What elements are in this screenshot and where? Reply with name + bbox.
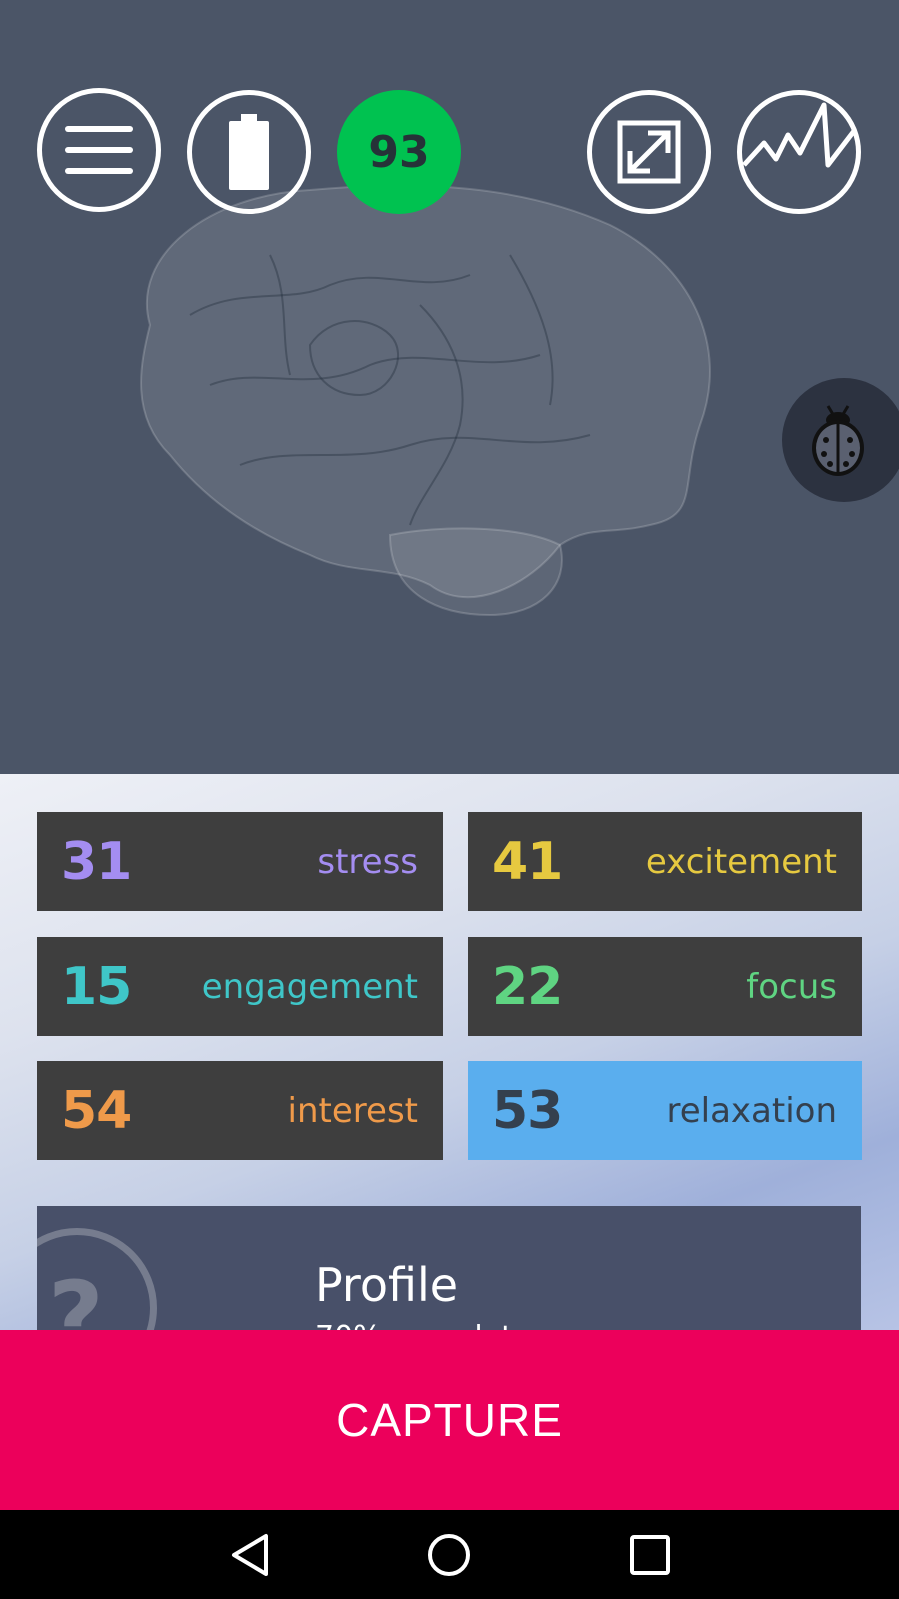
metric-label: stress: [317, 841, 418, 882]
debug-button[interactable]: [782, 378, 899, 502]
question-icon: ?: [37, 1228, 157, 1330]
system-navigation-bar: [0, 1510, 899, 1599]
metric-focus[interactable]: 22 focus: [468, 937, 862, 1036]
expand-button[interactable]: [587, 90, 711, 214]
metric-label: interest: [287, 1090, 418, 1131]
menu-button[interactable]: [37, 88, 161, 212]
battery-button[interactable]: [187, 90, 311, 214]
metric-label: engagement: [201, 966, 418, 1007]
waveform-button[interactable]: [737, 90, 861, 214]
brain-view: 93: [0, 0, 899, 774]
metric-value: 53: [492, 1080, 563, 1141]
expand-icon: [617, 120, 681, 184]
metrics-panel: 31 stress 41 excitement 15 engagement 22…: [0, 774, 899, 1330]
profile-title: Profile: [315, 1258, 459, 1312]
metric-excitement[interactable]: 41 excitement: [468, 812, 862, 911]
metric-stress[interactable]: 31 stress: [37, 812, 443, 911]
metric-interest[interactable]: 54 interest: [37, 1061, 443, 1160]
metric-engagement[interactable]: 15 engagement: [37, 937, 443, 1036]
ladybug-icon: [812, 405, 864, 476]
capture-button[interactable]: CAPTURE: [0, 1330, 899, 1510]
metric-label: excitement: [645, 841, 837, 882]
back-icon[interactable]: [228, 1532, 274, 1578]
menu-icon: [65, 126, 133, 174]
recents-icon[interactable]: [627, 1532, 673, 1578]
metric-label: relaxation: [666, 1090, 837, 1131]
signal-quality-value: 93: [368, 126, 430, 178]
metric-value: 54: [61, 1080, 132, 1141]
profile-subtitle: 70% complete: [315, 1320, 531, 1330]
signal-quality-badge: 93: [337, 90, 461, 214]
metric-relaxation[interactable]: 53 relaxation: [468, 1061, 862, 1160]
metric-value: 31: [61, 831, 132, 892]
metric-value: 41: [492, 831, 563, 892]
metric-value: 22: [492, 956, 563, 1017]
metric-label: focus: [746, 966, 837, 1007]
brain-illustration: [140, 184, 711, 617]
metric-value: 15: [61, 956, 132, 1017]
home-icon[interactable]: [426, 1532, 472, 1578]
profile-card[interactable]: ? Profile 70% complete: [37, 1206, 861, 1330]
battery-icon: [229, 114, 269, 190]
waveform-icon: [742, 102, 856, 168]
